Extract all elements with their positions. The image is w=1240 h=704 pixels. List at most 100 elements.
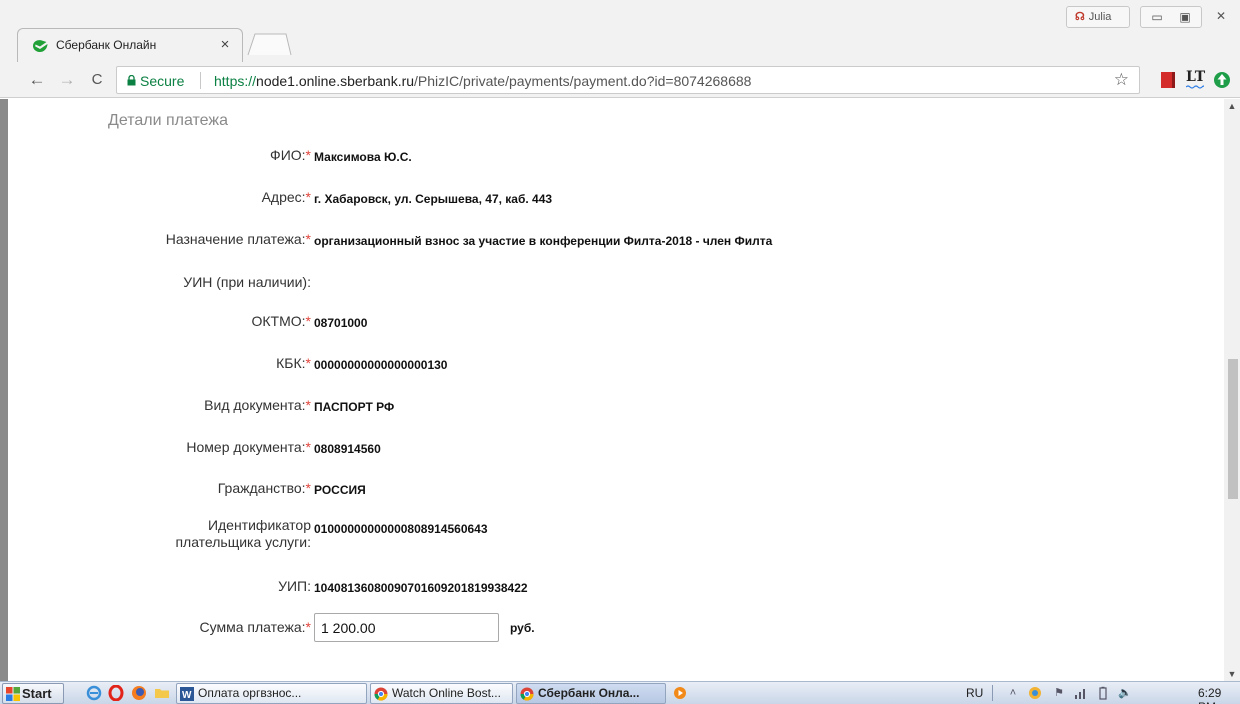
flag-icon[interactable]: ⚑ (1052, 686, 1066, 700)
field-label-amount: Сумма платежа:* (8, 619, 312, 636)
language-indicator[interactable]: RU (966, 686, 983, 700)
sberbank-logo-icon (33, 40, 48, 53)
tab-sberbank[interactable]: Сбербанк Онлайн × (17, 28, 243, 62)
task-label: Оплата оргвзнос... (198, 686, 302, 700)
maximize-icon[interactable]: ▣ (1171, 7, 1199, 27)
field-label-doc-type: Вид документа:* (8, 397, 311, 414)
task-label: Сбербанк Онла... (538, 686, 640, 700)
page-scrollbar[interactable]: ▲ ▼ (1224, 99, 1240, 681)
required-mark: * (305, 147, 311, 163)
currency-label: руб. (510, 621, 535, 635)
url-host: node1.online.sberbank.ru (256, 73, 415, 89)
opera-icon[interactable] (108, 685, 124, 701)
address-bar[interactable]: Secure https://node1.online.sberbank.ru/… (116, 66, 1140, 94)
volume-icon[interactable]: 🔈 (1118, 686, 1132, 700)
tab-close-icon[interactable]: × (216, 36, 234, 54)
show-hidden-icons-icon[interactable]: ˄ (1006, 686, 1020, 700)
folder-icon[interactable] (154, 685, 170, 701)
field-value-oktmo: 08701000 (314, 316, 368, 330)
required-mark: * (305, 313, 311, 329)
required-mark: * (305, 355, 311, 371)
required-mark: * (305, 231, 311, 247)
amount-input[interactable] (314, 613, 499, 642)
signal-icon[interactable] (1074, 686, 1088, 700)
field-value-doc-type: ПАСПОРТ РФ (314, 400, 395, 414)
label-text: УИП: (278, 578, 311, 594)
field-value-uip: 10408136080090701609201819938422 (314, 581, 528, 595)
bookmark-extension-icon[interactable] (1158, 70, 1178, 90)
label-text: Сумма платежа: (199, 619, 306, 635)
star-icon[interactable]: ☆ (1114, 70, 1129, 90)
required-mark: * (305, 619, 311, 635)
browser-toolbar: ← → C Secure https://node1.online.sberba… (0, 62, 1240, 98)
field-label-payer-id: Идентификатор плательщика услуги: (8, 517, 311, 551)
clock[interactable]: 6:29 PM (1198, 686, 1240, 704)
battery-icon[interactable] (1096, 686, 1110, 700)
languagetool-wave (1186, 85, 1204, 89)
profile-name: Julia (1088, 11, 1112, 23)
field-label-kbk: КБК:* (8, 355, 311, 372)
media-player-icon[interactable] (672, 685, 688, 701)
label-text-line1: Идентификатор (207, 517, 311, 533)
back-arrow-icon[interactable]: ← (26, 69, 48, 91)
new-tab-button[interactable] (246, 32, 292, 56)
window-controls: ▭ ▣ (1140, 6, 1202, 28)
label-text: Гражданство: (217, 480, 306, 496)
languagetool-icon[interactable]: LT (1186, 69, 1206, 89)
field-label-address: Адрес:* (8, 189, 311, 206)
url-text: https://node1.online.sberbank.ru/PhizIC/… (214, 73, 751, 89)
taskbar-item-word[interactable]: W Оплата оргвзнос... (176, 683, 367, 704)
tray-divider (992, 685, 993, 701)
word-icon: W (180, 687, 194, 701)
scroll-up-arrow-icon[interactable]: ▲ (1227, 101, 1237, 111)
windows-taskbar: Start W Оплата оргвзнос... Watch Online … (0, 681, 1240, 704)
url-path: /PhizIC/private/payments/payment.do?id=8… (414, 73, 752, 89)
required-mark: * (305, 439, 311, 455)
page-viewport: Детали платежа ФИО:* Максимова Ю.С. Адре… (0, 99, 1240, 681)
required-mark: * (305, 480, 311, 496)
label-text: Вид документа: (204, 397, 306, 413)
taskbar-item-watch-online[interactable]: Watch Online Bost... (370, 683, 513, 704)
label-text: УИН (при наличии): (183, 274, 311, 290)
scroll-down-arrow-icon[interactable]: ▼ (1227, 669, 1237, 679)
field-label-purpose: Назначение платежа:* (8, 231, 311, 248)
profile-chip[interactable]: ☊ Julia (1066, 6, 1130, 28)
field-value-fio: Максимова Ю.С. (314, 150, 412, 164)
forward-arrow-icon[interactable]: → (56, 69, 78, 91)
taskbar-item-sberbank[interactable]: Сбербанк Онла... (516, 683, 666, 704)
firefox-icon[interactable] (131, 685, 147, 701)
chrome-icon (520, 687, 534, 701)
label-text-line2: плательщика услуги: (175, 534, 311, 550)
field-label-fio: ФИО:* (8, 147, 311, 164)
label-text: КБК: (276, 355, 306, 371)
required-mark: * (305, 189, 311, 205)
url-scheme: https:// (214, 73, 257, 89)
field-value-doc-number: 0808914560 (314, 442, 381, 456)
task-label: Watch Online Bost... (392, 686, 501, 700)
chrome-icon (374, 687, 388, 701)
label-text: Назначение платежа: (165, 231, 306, 247)
field-value-purpose: организационный взнос за участие в конфе… (314, 234, 773, 248)
field-label-citizenship: Гражданство:* (8, 480, 311, 497)
field-label-uin: УИН (при наличии): (8, 274, 311, 291)
field-label-doc-number: Номер документа:* (8, 439, 311, 456)
window-close-icon[interactable]: ✕ (1206, 6, 1236, 28)
label-text: ФИО: (270, 147, 306, 163)
windows-flag-icon (6, 687, 20, 701)
start-label: Start (22, 686, 52, 701)
scroll-thumb[interactable] (1228, 359, 1238, 499)
reload-icon[interactable]: C (86, 69, 108, 91)
field-value-citizenship: РОССИЯ (314, 483, 366, 497)
network-globe-icon[interactable] (1028, 686, 1042, 700)
field-value-address: г. Хабаровск, ул. Серышева, 47, каб. 443 (314, 192, 553, 206)
svg-text:W: W (182, 690, 192, 701)
minimize-icon[interactable]: ▭ (1143, 7, 1171, 27)
ie-icon[interactable] (86, 685, 102, 701)
browser-titlebar: Сбербанк Онлайн × ☊ Julia ▭ ▣ ✕ (0, 0, 1240, 62)
field-value-payer-id: 01000000000000808914560643 (314, 522, 488, 536)
green-extension-icon[interactable] (1212, 70, 1232, 90)
label-text: Адрес: (261, 189, 306, 205)
languagetool-label: LT (1186, 69, 1206, 85)
start-button[interactable]: Start (2, 683, 64, 704)
required-mark: * (305, 397, 311, 413)
